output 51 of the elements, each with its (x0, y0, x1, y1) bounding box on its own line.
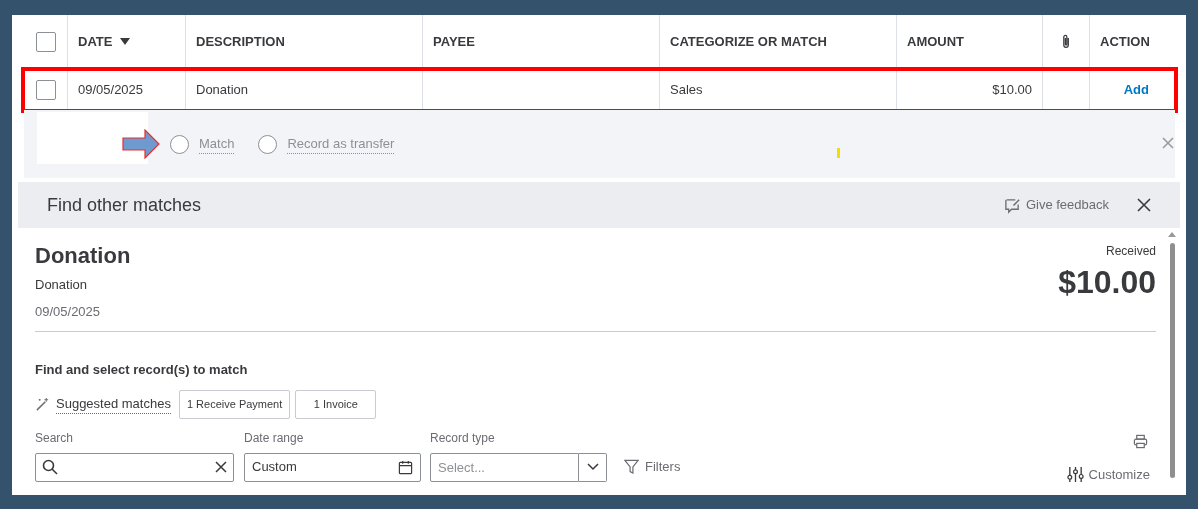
record-type-field[interactable]: Select... (430, 452, 579, 482)
sliders-icon (1066, 466, 1084, 484)
add-link[interactable]: Add (1123, 80, 1149, 100)
clear-icon[interactable] (215, 461, 227, 473)
checkbox[interactable] (35, 31, 56, 52)
search-icon (42, 459, 58, 475)
feedback-button[interactable]: Give feedback (1003, 195, 1109, 215)
transaction-description: Donation (35, 276, 89, 294)
sort-down-icon[interactable] (120, 38, 131, 45)
table-cell-text: $10.00 (992, 81, 1032, 100)
customize-button[interactable]: Customize (1066, 465, 1150, 485)
filter-chip[interactable]: 1 Invoice (295, 389, 377, 419)
table-cell-text: Sales (670, 81, 703, 100)
arrow-icon (122, 129, 160, 159)
section-heading: Find and select record(s) to match (35, 361, 249, 379)
highlight-mark (837, 148, 840, 158)
chevron-down-icon (586, 463, 599, 471)
transaction-date: 09/05/2025 (35, 302, 102, 321)
status-label: Received (1105, 243, 1156, 260)
filter-icon (624, 459, 639, 475)
transaction-name: Donation (35, 242, 131, 270)
filter-chip[interactable]: 1 Receive Payment (178, 389, 291, 419)
close-icon[interactable] (1137, 198, 1151, 212)
amount-total: $10.00 (1058, 263, 1156, 302)
checkbox[interactable] (35, 80, 56, 100)
field-label: Record type (430, 429, 496, 447)
scroll-up-icon[interactable] (1168, 232, 1176, 237)
column-header[interactable]: ACTION (1100, 31, 1150, 52)
feedback-icon (1003, 196, 1021, 214)
date-range-field[interactable]: Custom (244, 452, 421, 482)
column-header[interactable]: CATEGORIZE OR MATCH (670, 31, 827, 52)
magic-wand-icon (35, 396, 50, 412)
field-label: Search (35, 429, 75, 447)
table-cell-text: Donation (196, 81, 249, 100)
scrollbar[interactable] (1168, 232, 1176, 478)
filters-button[interactable]: Filters (624, 457, 681, 477)
table-cell-text: 09/05/2025 (78, 81, 144, 100)
paperclip-icon (1061, 34, 1071, 49)
radio-button[interactable] (170, 134, 189, 154)
suggested-matches-link[interactable]: Suggested matches (35, 393, 171, 415)
field-label: Date range (244, 429, 305, 447)
column-header[interactable]: DESCRIPTION (196, 31, 285, 52)
radio-button[interactable] (258, 134, 278, 154)
column-header[interactable]: PAYEE (433, 31, 475, 52)
calendar-icon (398, 459, 413, 475)
print-icon[interactable] (1133, 434, 1148, 449)
column-header[interactable]: AMOUNT (907, 31, 965, 52)
dropdown-button[interactable] (579, 452, 607, 482)
panel-title: Find other matches (47, 193, 202, 217)
column-header[interactable]: DATE (78, 31, 131, 52)
search-field[interactable] (35, 452, 234, 482)
